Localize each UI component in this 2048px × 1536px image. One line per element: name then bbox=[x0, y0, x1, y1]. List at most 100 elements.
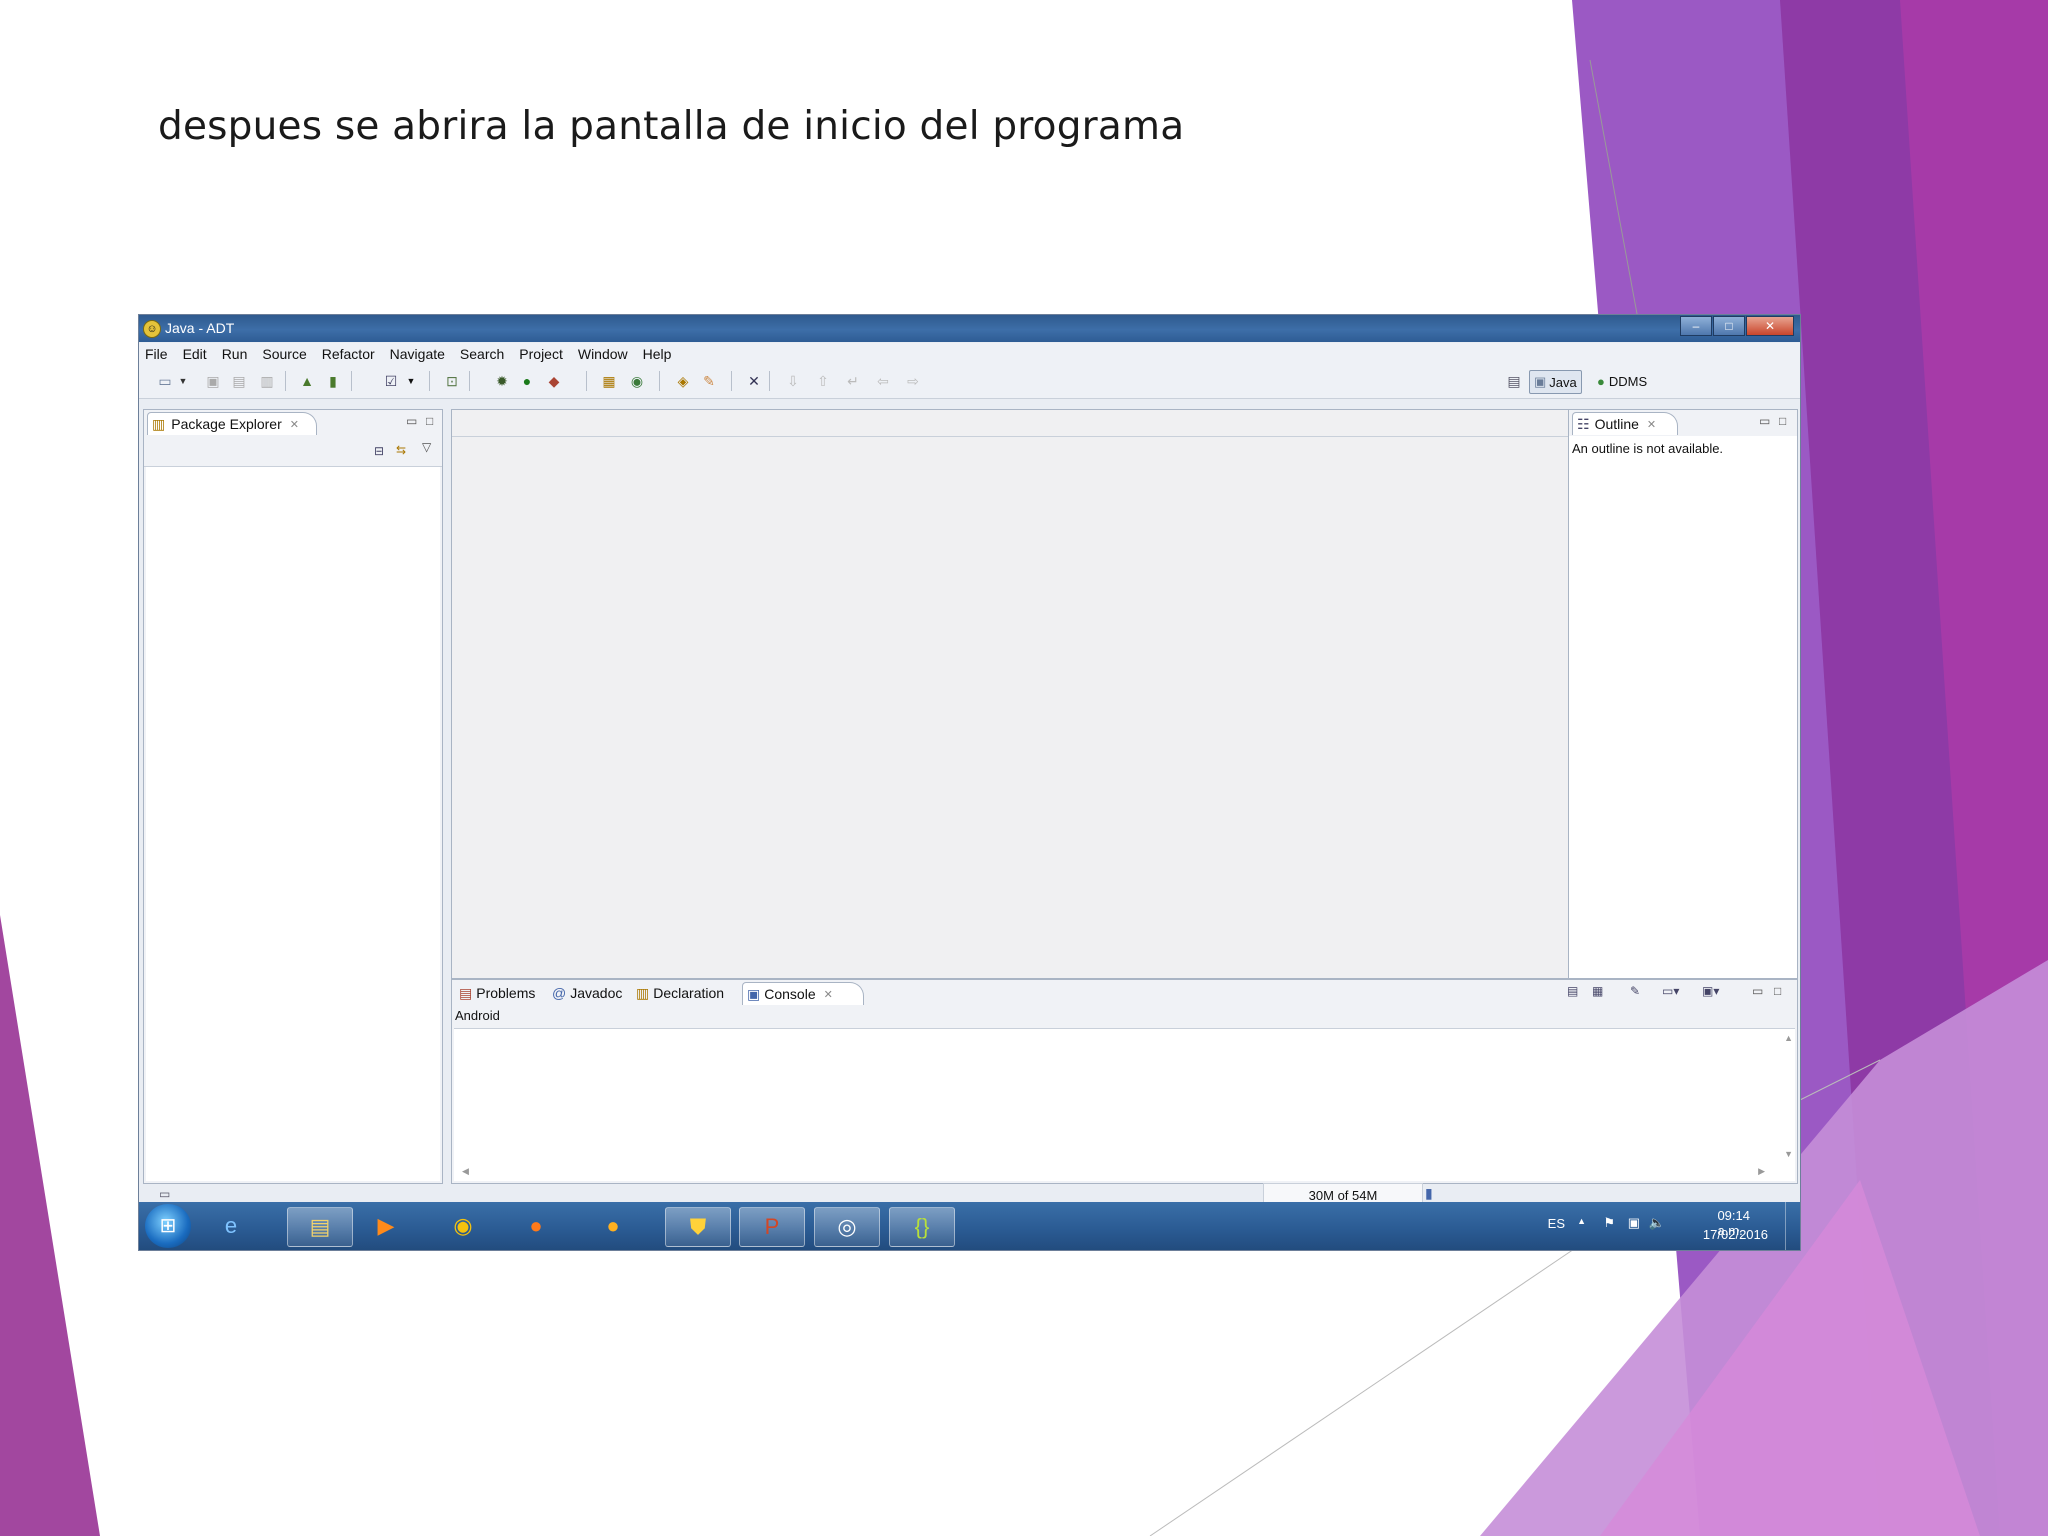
java-perspective-button[interactable]: ▣ Java bbox=[1529, 370, 1582, 394]
language-indicator[interactable]: ES bbox=[1548, 1216, 1565, 1231]
next-annotation-icon[interactable]: ⇩ bbox=[785, 373, 801, 389]
previous-annotation-icon[interactable]: ⇧ bbox=[815, 373, 831, 389]
outline-icon: ☷ bbox=[1577, 415, 1590, 432]
pin-icon[interactable]: ✕ bbox=[746, 373, 762, 389]
ddms-perspective-button[interactable]: ● DDMS bbox=[1597, 370, 1647, 392]
tab-declaration[interactable]: ▥ Declaration bbox=[632, 982, 728, 1004]
run-icon[interactable]: ● bbox=[519, 373, 535, 389]
window-title: Java - ADT bbox=[165, 320, 235, 336]
last-edit-icon[interactable]: ↵ bbox=[845, 373, 861, 389]
link-with-editor-icon[interactable]: ⇆ bbox=[396, 443, 406, 457]
fast-view-icon[interactable]: ▭ bbox=[159, 1187, 170, 1201]
eclipse-adt-window: ☺ Java - ADT – □ ✕ File Edit Run Source … bbox=[139, 315, 1800, 1250]
open-perspective-icon[interactable]: ▤ bbox=[1506, 373, 1522, 389]
powerpoint-icon[interactable]: P bbox=[739, 1207, 805, 1247]
outline-maximize-icon[interactable]: □ bbox=[1779, 414, 1786, 428]
console-maximize-icon[interactable]: □ bbox=[1774, 984, 1781, 998]
menu-source[interactable]: Source bbox=[262, 346, 306, 362]
new-dropdown-icon[interactable]: ▼ bbox=[175, 373, 191, 389]
open-console-icon[interactable]: ▣▾ bbox=[1702, 984, 1719, 998]
java-perspective-icon: ▣ bbox=[1534, 374, 1547, 389]
search-icon[interactable]: ✎ bbox=[701, 373, 717, 389]
show-hidden-icons-icon[interactable]: ▲ bbox=[1577, 1216, 1586, 1226]
new-icon[interactable]: ▭ bbox=[157, 373, 173, 389]
new-package-icon[interactable]: ▦ bbox=[601, 373, 617, 389]
scroll-left-icon[interactable]: ◀ bbox=[462, 1166, 469, 1177]
volume-icon[interactable]: 🔈 bbox=[1649, 1215, 1665, 1231]
lint-dropdown-icon[interactable]: ▼ bbox=[403, 373, 419, 389]
open-type-icon[interactable]: ◈ bbox=[675, 373, 691, 389]
ddms-perspective-label: DDMS bbox=[1608, 373, 1648, 389]
show-desktop-button[interactable] bbox=[1785, 1202, 1800, 1250]
print-icon[interactable]: ▥ bbox=[259, 373, 275, 389]
outline-tab[interactable]: ☷ Outline ✕ bbox=[1572, 412, 1678, 435]
tab-problems[interactable]: ▤ Problems bbox=[455, 982, 539, 1004]
explorer-icon[interactable]: ▤ bbox=[287, 1207, 353, 1247]
start-button[interactable]: ⊞ bbox=[145, 1204, 191, 1248]
android-sdk-manager-icon[interactable]: ▲ bbox=[299, 373, 315, 389]
action-center-icon[interactable]: ⚑ bbox=[1603, 1215, 1615, 1231]
declaration-icon: ▥ bbox=[636, 984, 650, 1001]
tab-javadoc-label: Javadoc bbox=[570, 985, 623, 1001]
clock-date[interactable]: 17/02/2016 bbox=[1703, 1227, 1768, 1242]
save-all-icon[interactable]: ▤ bbox=[231, 373, 247, 389]
external-tools-icon[interactable]: ◆ bbox=[546, 373, 562, 389]
menu-edit[interactable]: Edit bbox=[183, 346, 207, 362]
package-explorer-tree[interactable] bbox=[146, 467, 440, 1181]
menu-navigate[interactable]: Navigate bbox=[390, 346, 445, 362]
new-class-icon[interactable]: ◉ bbox=[629, 373, 645, 389]
menu-file[interactable]: File bbox=[145, 346, 168, 362]
avd-manager-icon[interactable]: ▮ bbox=[325, 373, 341, 389]
maximize-button[interactable]: □ bbox=[1713, 316, 1745, 336]
debug-icon[interactable]: ✹ bbox=[494, 373, 510, 389]
lint-check-icon[interactable]: ☑ bbox=[383, 373, 399, 389]
main-toolbar: ▭ ▼ ▣ ▤ ▥ ▲ ▮ ☑ ▼ ⊡ ✹ ● ◆ ▦ ◉ ◈ ✎ ✕ ⇩ ⇧ … bbox=[139, 365, 1800, 399]
tab-console[interactable]: ▣ Console ✕ bbox=[742, 982, 864, 1005]
outline-message: An outline is not available. bbox=[1572, 441, 1724, 456]
pin-console-icon[interactable]: ✎ bbox=[1630, 984, 1640, 998]
media-player-icon[interactable]: ▶ bbox=[354, 1207, 418, 1245]
close-button[interactable]: ✕ bbox=[1746, 316, 1794, 336]
save-icon[interactable]: ▣ bbox=[205, 373, 221, 389]
menu-project[interactable]: Project bbox=[519, 346, 563, 362]
scroll-lock-icon[interactable]: ▦ bbox=[1592, 984, 1603, 998]
menu-window[interactable]: Window bbox=[578, 346, 628, 362]
editor-area[interactable]: ▭ □ bbox=[451, 409, 1704, 979]
menu-help[interactable]: Help bbox=[643, 346, 672, 362]
maximize-view-icon[interactable]: □ bbox=[426, 414, 433, 428]
status-bar: ▭ 30M of 54M ▮ bbox=[139, 1183, 1800, 1207]
outline-minimize-icon[interactable]: ▭ bbox=[1759, 414, 1770, 428]
close-tab-icon[interactable]: ✕ bbox=[824, 988, 833, 1001]
firefox-icon[interactable]: ● bbox=[504, 1207, 568, 1245]
scroll-right-icon[interactable]: ▶ bbox=[1758, 1166, 1765, 1177]
scroll-up-icon[interactable]: ▲ bbox=[1784, 1033, 1793, 1043]
menu-refactor[interactable]: Refactor bbox=[322, 346, 375, 362]
package-icon: ▥ bbox=[152, 415, 166, 432]
minimize-button[interactable]: – bbox=[1680, 316, 1712, 336]
tab-javadoc[interactable]: @ Javadoc bbox=[548, 982, 626, 1004]
network-app-icon[interactable]: ◎ bbox=[814, 1207, 880, 1247]
android-project-icon[interactable]: ⊡ bbox=[444, 373, 460, 389]
shield-icon[interactable]: ⛊ bbox=[665, 1207, 731, 1247]
close-tab-icon[interactable]: ✕ bbox=[1647, 418, 1656, 431]
package-explorer-tab[interactable]: ▥ Package Explorer ✕ bbox=[147, 412, 317, 435]
console-minimize-icon[interactable]: ▭ bbox=[1752, 984, 1763, 998]
ie-icon[interactable]: e bbox=[199, 1207, 263, 1245]
menu-run[interactable]: Run bbox=[222, 346, 248, 362]
display-console-icon[interactable]: ▭▾ bbox=[1662, 984, 1679, 998]
console-output[interactable]: ▲ ▼ ◀ ▶ bbox=[454, 1028, 1795, 1181]
close-tab-icon[interactable]: ✕ bbox=[290, 418, 299, 431]
adt-taskbar-icon[interactable]: {} bbox=[889, 1207, 955, 1247]
menu-search[interactable]: Search bbox=[460, 346, 504, 362]
orange-app-icon[interactable]: ● bbox=[581, 1207, 645, 1245]
view-menu-icon[interactable]: ▽ bbox=[422, 440, 431, 454]
chrome-icon[interactable]: ◉ bbox=[431, 1207, 495, 1245]
scroll-down-icon[interactable]: ▼ bbox=[1784, 1149, 1793, 1159]
back-icon[interactable]: ⇦ bbox=[875, 373, 891, 389]
minimize-view-icon[interactable]: ▭ bbox=[406, 414, 417, 428]
network-icon[interactable]: ▣ bbox=[1628, 1215, 1640, 1231]
forward-icon[interactable]: ⇨ bbox=[905, 373, 921, 389]
clear-console-icon[interactable]: ▤ bbox=[1567, 984, 1578, 998]
trash-icon[interactable]: ▮ bbox=[1425, 1185, 1433, 1202]
collapse-all-icon[interactable]: ⊟ bbox=[374, 444, 384, 458]
